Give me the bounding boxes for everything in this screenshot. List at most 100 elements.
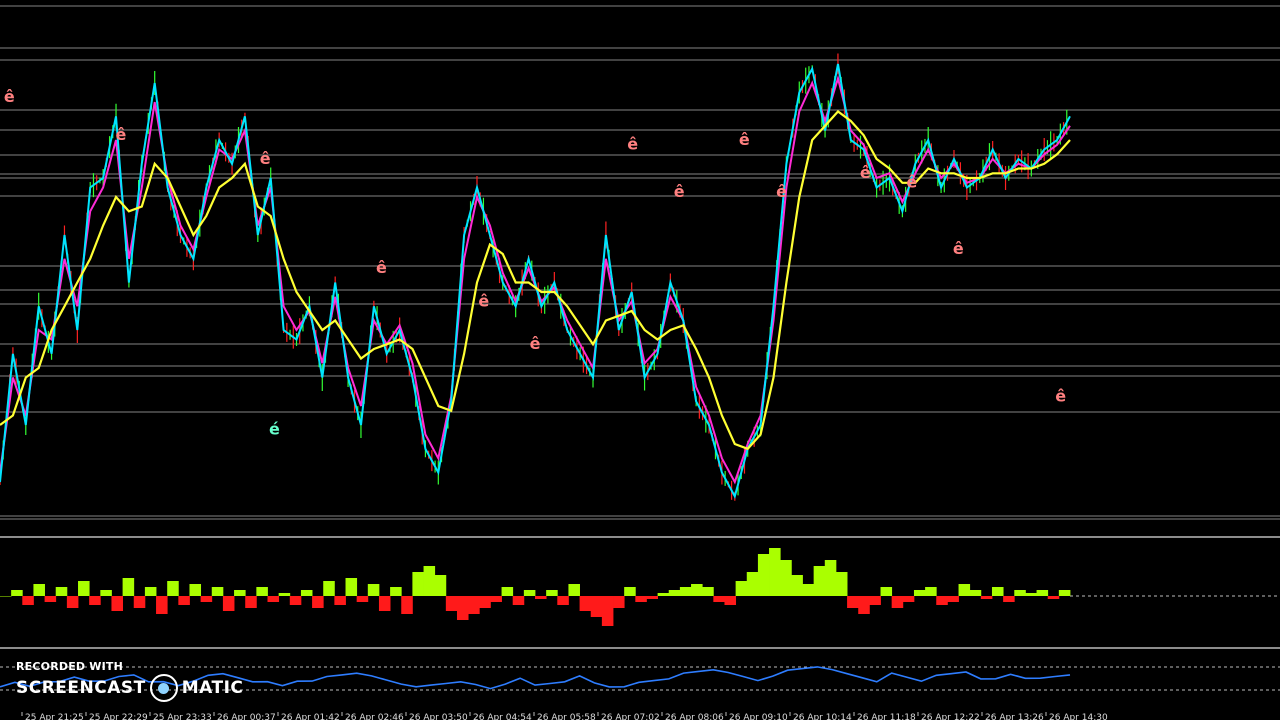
time-axis-label: 26 Apr 09:10 bbox=[729, 713, 788, 720]
time-axis-label: 26 Apr 10:14 bbox=[793, 713, 852, 720]
histogram-bar bbox=[991, 587, 1004, 596]
histogram-bar bbox=[456, 596, 469, 620]
histogram-bar bbox=[757, 554, 770, 596]
histogram-bar bbox=[234, 590, 246, 596]
time-axis-label: 26 Apr 08:06 bbox=[665, 713, 724, 720]
time-axis-label: 26 Apr 04:54 bbox=[473, 713, 532, 720]
histogram-bar bbox=[1014, 590, 1026, 596]
histogram-bar bbox=[401, 596, 413, 614]
histogram-bar bbox=[33, 584, 45, 596]
histogram-bar bbox=[44, 596, 57, 602]
histogram-bar bbox=[880, 587, 893, 596]
histogram-bar bbox=[334, 596, 346, 605]
histogram-bar bbox=[100, 590, 112, 596]
sell-signal-marker: ê bbox=[906, 173, 917, 192]
trading-chart[interactable]: ê ê ê ê ê ê ê ê ê ê ê ê ê ê é 25 Apr 21:25 25 Apr 22:29… bbox=[0, 0, 1280, 720]
histogram-bar bbox=[323, 581, 335, 596]
sell-signal-marker: ê bbox=[1055, 386, 1066, 405]
histogram-bar bbox=[167, 581, 179, 596]
histogram-bar bbox=[624, 587, 636, 596]
histogram-bar bbox=[490, 596, 502, 602]
histogram-bar bbox=[501, 587, 514, 596]
histogram-bar bbox=[902, 596, 915, 602]
sell-signal-marker: ê bbox=[776, 182, 787, 201]
histogram-bar bbox=[55, 587, 68, 596]
histogram-bar bbox=[925, 587, 937, 596]
watermark-brand: SCREENCAST MATIC bbox=[16, 674, 243, 702]
histogram-bar bbox=[523, 590, 536, 596]
screencast-watermark: RECORDED WITH SCREENCAST MATIC bbox=[16, 660, 243, 702]
histogram-bar bbox=[557, 596, 569, 605]
time-axis-label: 26 Apr 03:50 bbox=[409, 713, 468, 720]
histogram-bar bbox=[367, 584, 380, 596]
time-axis-label: 26 Apr 01:42 bbox=[281, 713, 340, 720]
histogram-bar bbox=[668, 590, 681, 596]
time-axis-label: 26 Apr 00:37 bbox=[217, 713, 276, 720]
sell-signal-marker: ê bbox=[530, 334, 541, 353]
sell-signal-marker: ê bbox=[627, 135, 638, 154]
histogram-bar bbox=[122, 578, 135, 596]
histogram-bar bbox=[300, 590, 313, 596]
histogram-bar bbox=[579, 596, 592, 611]
histogram-bar bbox=[1025, 593, 1037, 596]
histogram-bar bbox=[735, 581, 748, 596]
histogram-bar bbox=[1036, 590, 1049, 596]
histogram-bar bbox=[958, 584, 971, 596]
histogram-bar bbox=[847, 596, 859, 608]
histogram-bar bbox=[434, 575, 447, 596]
histogram-bar bbox=[144, 587, 157, 596]
histogram-bar bbox=[267, 596, 280, 602]
histogram-bar bbox=[89, 596, 101, 605]
brand-right-text: MATIC bbox=[181, 678, 244, 698]
histogram-bar bbox=[111, 596, 124, 611]
brand-left-text: SCREENCAST bbox=[16, 678, 146, 698]
histogram-bar bbox=[691, 584, 703, 596]
histogram-bar bbox=[22, 596, 34, 605]
histogram-bar bbox=[1047, 596, 1060, 599]
time-axis-label: 26 Apr 05:58 bbox=[537, 713, 596, 720]
histogram-bar bbox=[679, 587, 692, 596]
histogram-bar bbox=[189, 584, 202, 596]
time-axis-label: 25 Apr 22:29 bbox=[89, 713, 148, 720]
histogram-bar bbox=[891, 596, 904, 608]
histogram-bar bbox=[512, 596, 525, 605]
histogram-bar bbox=[746, 572, 759, 596]
histogram-bar bbox=[780, 560, 792, 596]
time-axis-label: 26 Apr 14:30 bbox=[1049, 713, 1108, 720]
histogram-bar bbox=[791, 575, 803, 596]
histogram-bar bbox=[724, 596, 737, 605]
histogram-bar bbox=[869, 596, 881, 605]
sell-signal-marker: ê bbox=[376, 258, 387, 277]
histogram-bar bbox=[813, 566, 826, 596]
time-axis-label: 25 Apr 21:25 bbox=[25, 713, 84, 720]
histogram-bar bbox=[657, 593, 670, 596]
sell-signal-marker: ê bbox=[953, 239, 964, 258]
histogram-bar bbox=[445, 596, 458, 611]
histogram-bar bbox=[1003, 596, 1015, 602]
chart-background bbox=[0, 0, 1280, 720]
histogram-bar bbox=[356, 596, 369, 602]
histogram-bar bbox=[222, 596, 235, 611]
histogram-bar bbox=[412, 572, 424, 596]
time-axis-label: 26 Apr 02:46 bbox=[345, 713, 404, 720]
histogram-bar bbox=[423, 566, 436, 596]
histogram-bar bbox=[702, 587, 714, 596]
sell-signal-marker: ê bbox=[860, 163, 871, 182]
histogram-bar bbox=[156, 596, 168, 614]
time-axis-label: 25 Apr 23:33 bbox=[153, 713, 212, 720]
histogram-bar bbox=[312, 596, 324, 608]
histogram-bar bbox=[613, 596, 625, 608]
histogram-bar bbox=[769, 548, 781, 596]
sell-signal-marker: ê bbox=[674, 182, 685, 201]
histogram-bar bbox=[546, 590, 558, 596]
histogram-bar bbox=[824, 560, 837, 596]
histogram-bar bbox=[211, 587, 224, 596]
histogram-bar bbox=[133, 596, 146, 608]
sell-signal-marker: ê bbox=[116, 125, 127, 144]
histogram-bar bbox=[535, 596, 547, 599]
sell-signal-marker: ê bbox=[478, 291, 489, 310]
recorded-with-text: RECORDED WITH bbox=[16, 660, 124, 673]
time-axis-label: 26 Apr 11:18 bbox=[857, 713, 916, 720]
histogram-bar bbox=[969, 590, 982, 596]
histogram-bar bbox=[835, 572, 848, 596]
